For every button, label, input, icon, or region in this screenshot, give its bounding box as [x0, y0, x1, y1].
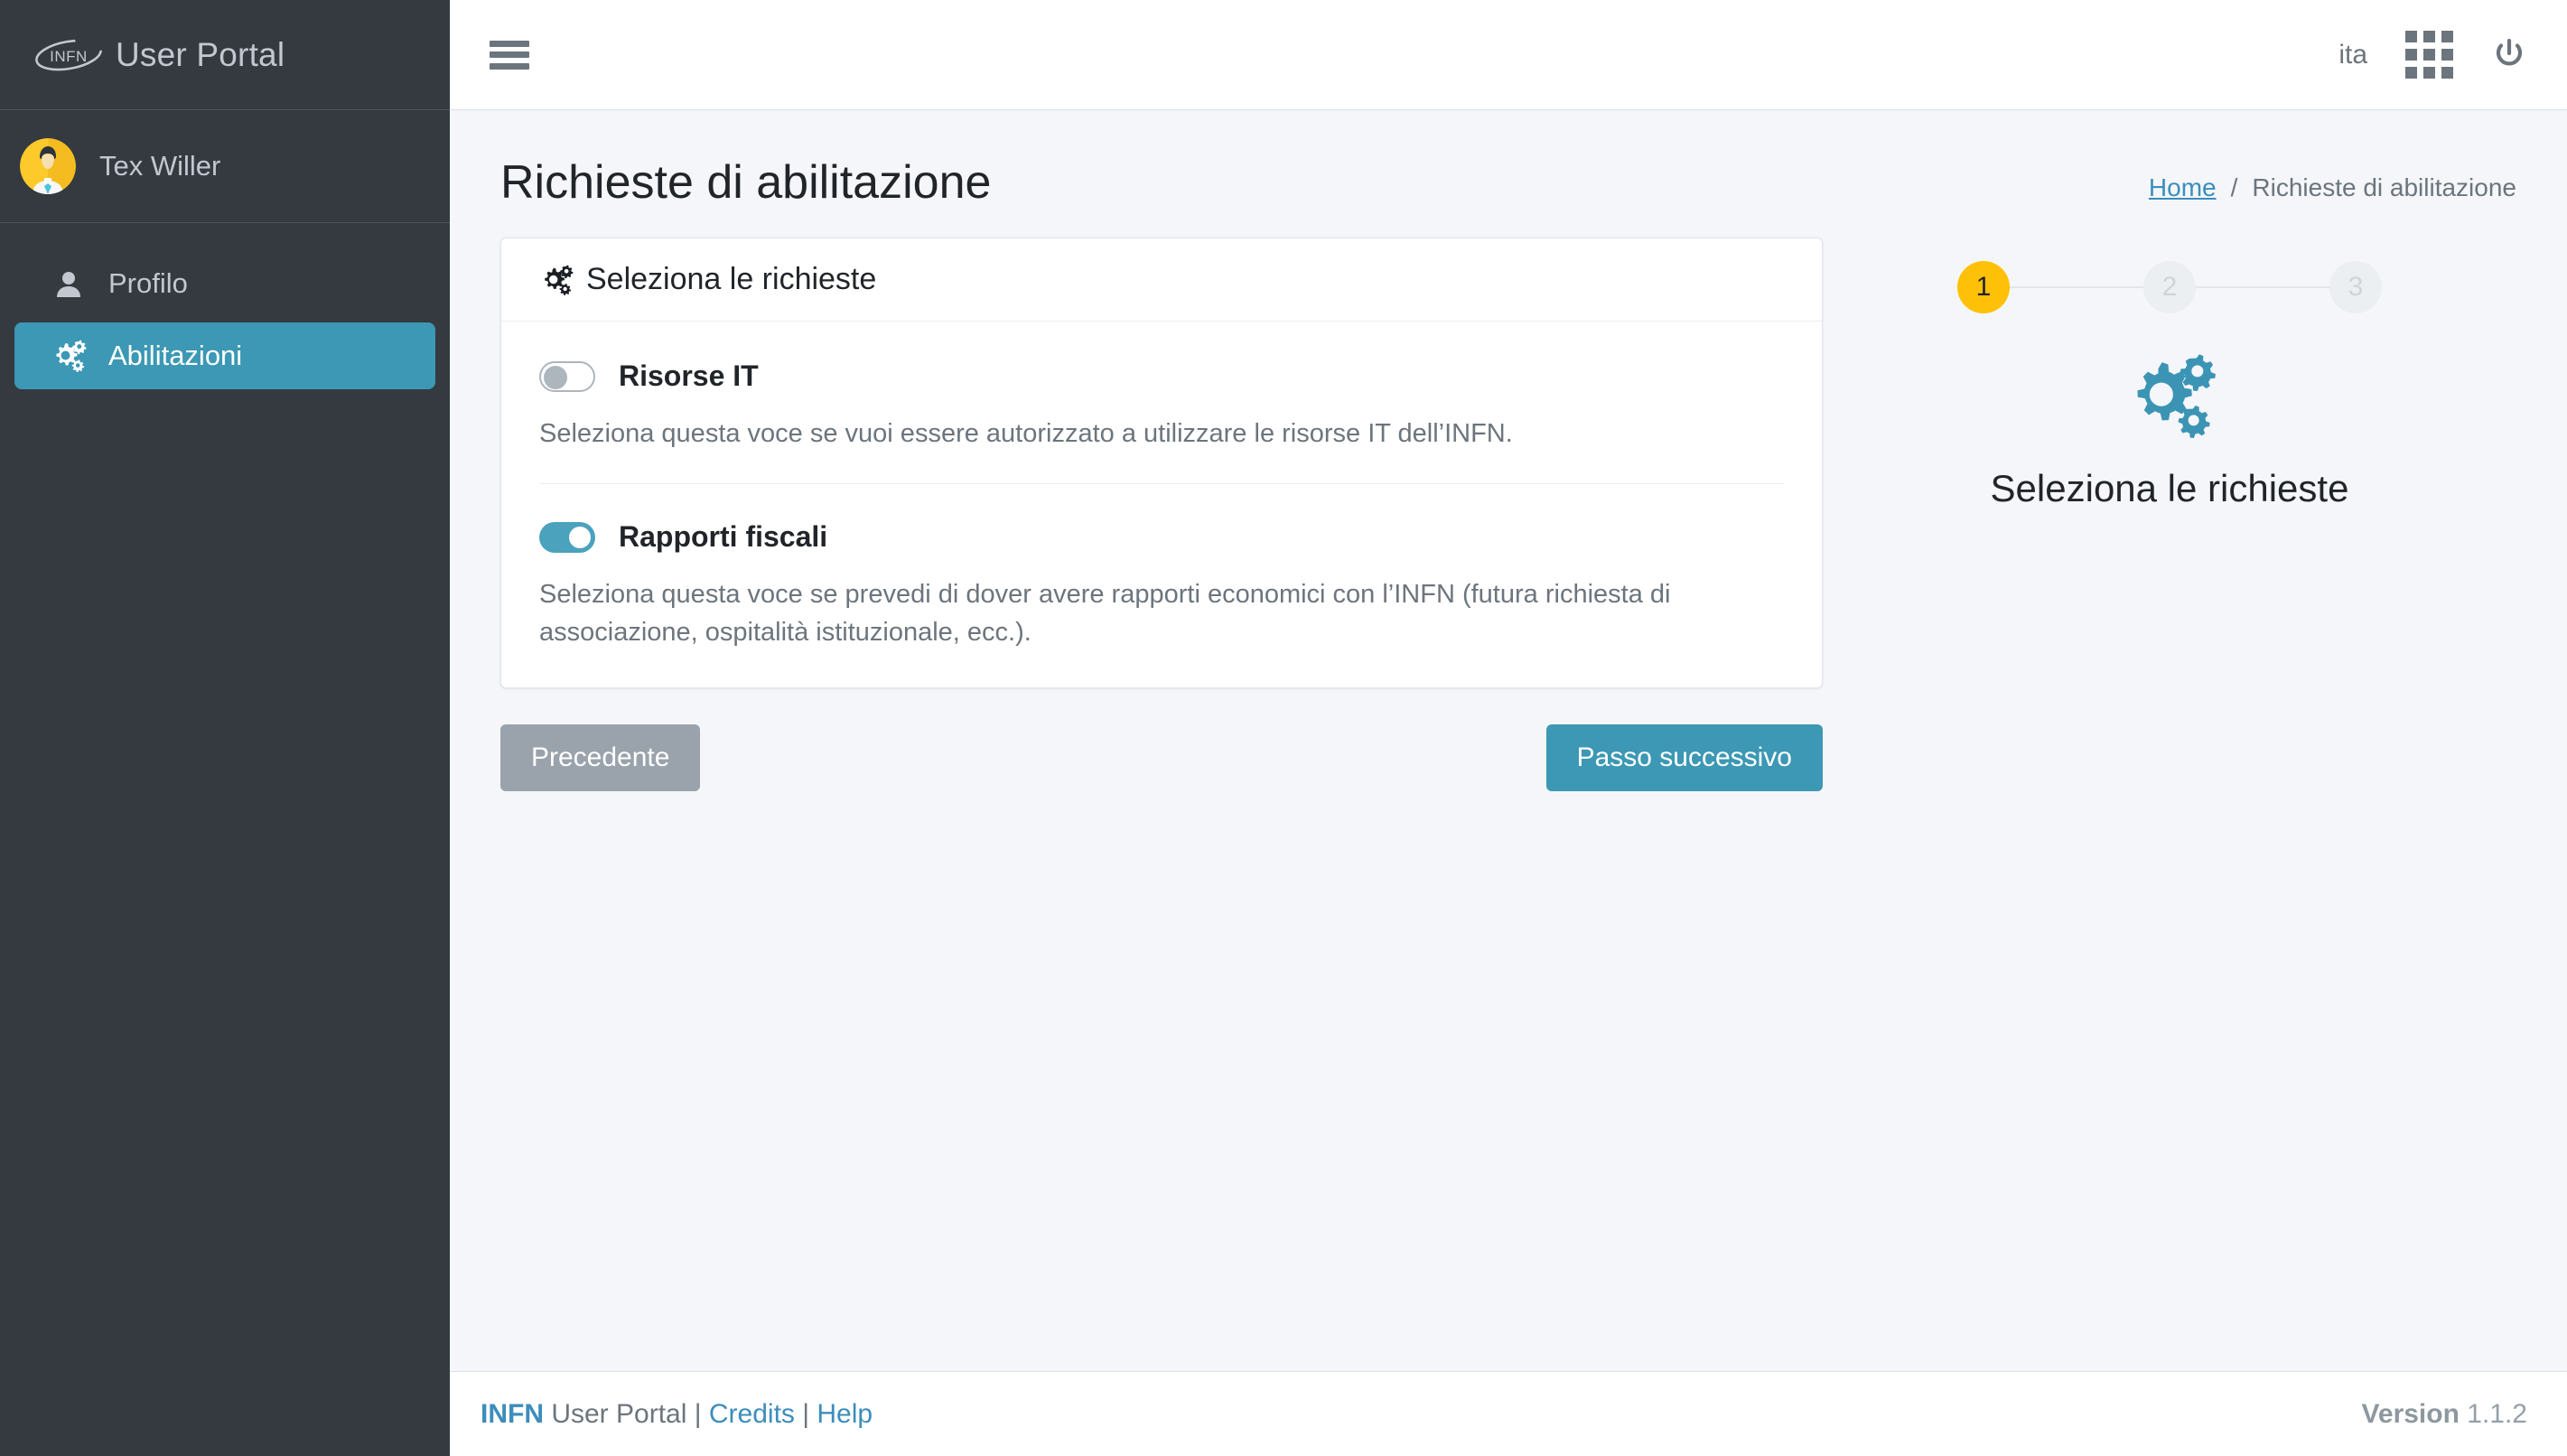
toggle-knob	[569, 526, 591, 548]
breadcrumb-separator: /	[2230, 173, 2238, 201]
help-link[interactable]: Help	[817, 1399, 873, 1429]
footer-separator: |	[694, 1398, 702, 1429]
option-row-rapporti-fiscali: Rapporti fiscali Seleziona questa voce s…	[539, 517, 1784, 651]
breadcrumb: Home / Richieste di abilitazione	[2149, 157, 2516, 202]
content-header: Richieste di abilitazione Home / Richies…	[450, 110, 2567, 209]
brand-title: User Portal	[116, 35, 285, 73]
options-divider	[539, 483, 1784, 485]
sidebar-brand[interactable]: INFN User Portal	[0, 0, 450, 110]
sidebar-user-panel[interactable]: Tex Willer	[0, 110, 450, 223]
wizard-step-3[interactable]: 3	[2329, 261, 2382, 314]
cogs-icon	[2120, 353, 2219, 439]
sidebar-nav: Profilo Abilitazioni	[0, 223, 450, 395]
previous-button[interactable]: Precedente	[500, 724, 701, 792]
sidebar-item-label: Profilo	[108, 267, 188, 299]
toggle-risorse-it[interactable]	[539, 360, 595, 392]
wizard-step-1[interactable]: 1	[1957, 261, 2010, 314]
option-label: Risorse IT	[619, 359, 759, 393]
select-requests-card: Seleziona le richieste Risorse IT Selezi…	[500, 238, 1823, 689]
wizard-step-bar	[2010, 286, 2143, 289]
wizard-panel: 1 2 3 Seleziona le richieste	[1823, 238, 2516, 791]
cogs-icon	[51, 338, 87, 374]
card-body: Risorse IT Seleziona questa voce se vuoi…	[501, 322, 1822, 687]
version-label: Version	[2361, 1398, 2460, 1429]
power-off-icon[interactable]	[2491, 37, 2527, 73]
main-wrapper: ita Richieste di abilitazione Home / Ric…	[450, 0, 2567, 1456]
card-header: Seleziona le richieste	[501, 238, 1822, 322]
wizard-button-row: Precedente Passo successivo	[500, 724, 1823, 792]
option-row-risorse-it: Risorse IT Seleziona questa voce se vuoi…	[539, 356, 1784, 453]
option-toggle-line: Risorse IT	[539, 359, 1784, 393]
content-body: Seleziona le richieste Risorse IT Selezi…	[450, 209, 2567, 792]
option-toggle-line: Rapporti fiscali	[539, 520, 1784, 554]
wizard-step-bar	[2196, 286, 2329, 289]
toggle-knob	[544, 365, 567, 389]
user-icon	[51, 266, 87, 302]
toggle-rapporti-fiscali[interactable]	[539, 521, 595, 553]
avatar	[20, 138, 76, 194]
left-column: Seleziona le richieste Risorse IT Selezi…	[500, 238, 1823, 792]
user-avatar-illustration	[20, 138, 76, 194]
option-description: Seleziona questa voce se vuoi essere aut…	[539, 419, 1513, 449]
svg-text:INFN: INFN	[50, 48, 88, 65]
top-navbar: ita	[450, 0, 2567, 110]
cogs-icon	[539, 265, 574, 295]
option-description: Seleziona questa voce se prevedi di dove…	[539, 580, 1671, 648]
breadcrumb-home-link[interactable]: Home	[2149, 173, 2217, 202]
navbar-actions: ita	[2338, 31, 2527, 79]
grid-apps-icon[interactable]	[2405, 31, 2453, 79]
footer-brand-bold: INFN	[481, 1398, 544, 1429]
wizard-step-title: Seleziona le richieste	[1990, 467, 2349, 510]
sidebar-item-abilitazioni[interactable]: Abilitazioni	[14, 322, 435, 389]
footer-brand-rest: User Portal	[544, 1398, 687, 1429]
footer-version: Version 1.1.2	[2362, 1399, 2527, 1430]
hamburger-icon[interactable]	[490, 39, 529, 71]
footer-separator: |	[802, 1398, 810, 1429]
page-title: Richieste di abilitazione	[500, 156, 992, 209]
next-step-button[interactable]: Passo successivo	[1545, 724, 1823, 792]
app-root: INFN User Portal Tex Willer Profilo Abil…	[0, 0, 2567, 1456]
sidebar-user-name: Tex Willer	[99, 150, 221, 182]
option-label: Rapporti fiscali	[619, 520, 828, 554]
footer: INFN User Portal | Credits | Help Versio…	[450, 1371, 2567, 1456]
sidebar-item-label: Abilitazioni	[108, 340, 243, 371]
card-header-title: Seleziona le richieste	[586, 262, 877, 297]
breadcrumb-current: Richieste di abilitazione	[2252, 173, 2516, 201]
language-selector[interactable]: ita	[2338, 40, 2367, 70]
sidebar-item-profilo[interactable]: Profilo	[14, 250, 435, 317]
footer-left: INFN User Portal | Credits | Help	[481, 1399, 873, 1430]
infn-logo-icon: INFN	[35, 35, 103, 70]
credits-link[interactable]: Credits	[709, 1399, 795, 1429]
wizard-step-2[interactable]: 2	[2143, 261, 2196, 314]
sidebar: INFN User Portal Tex Willer Profilo Abil…	[0, 0, 450, 1456]
wizard-stepper: 1 2 3	[1957, 261, 2382, 314]
version-number: 1.1.2	[2467, 1398, 2527, 1429]
